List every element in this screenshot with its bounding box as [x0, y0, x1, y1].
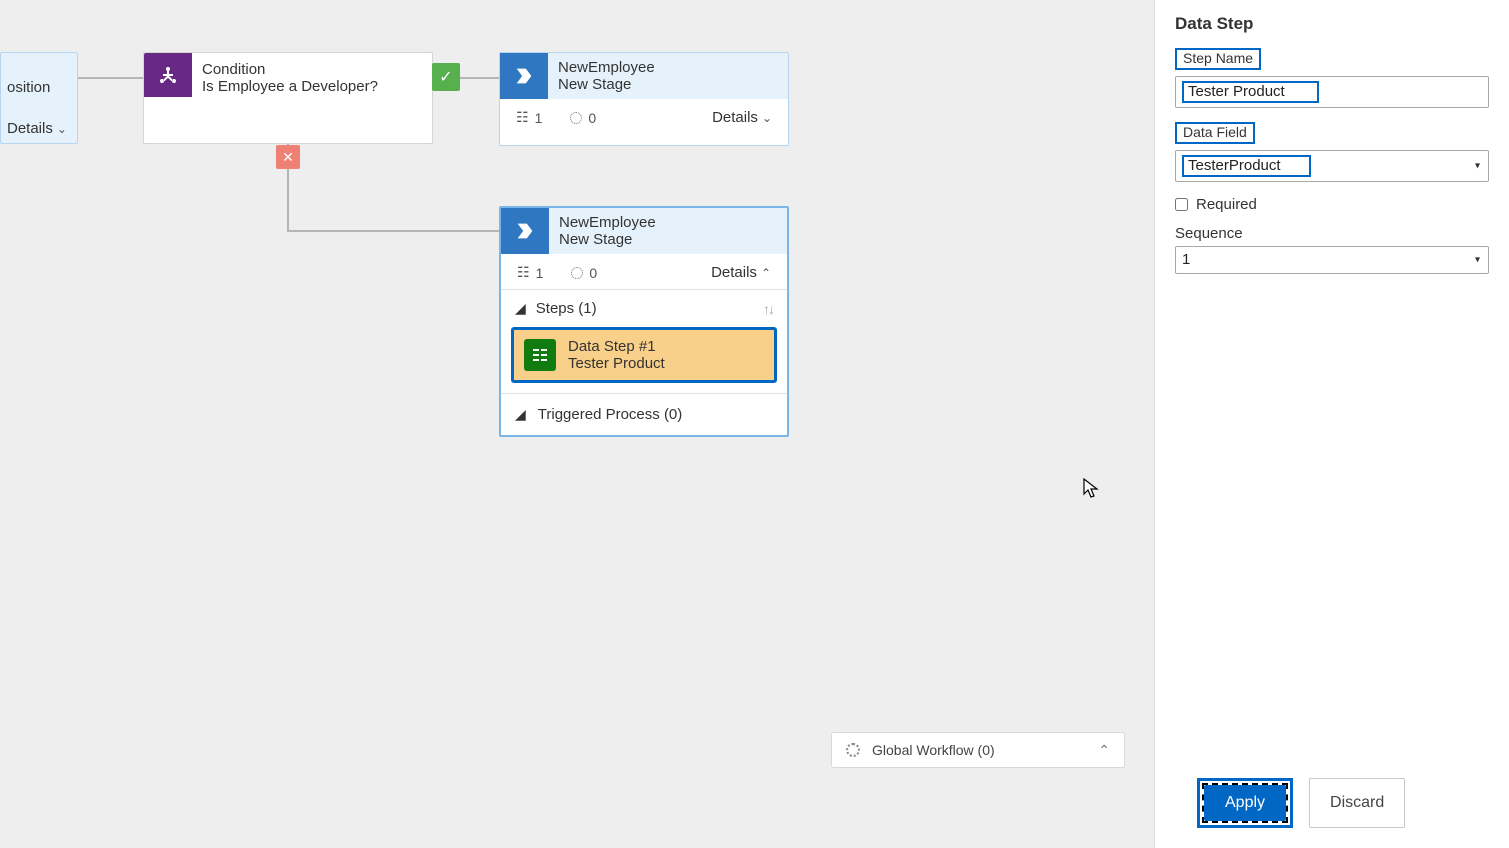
data-field-label: Data Field [1183, 124, 1247, 140]
branch-icon [144, 53, 192, 97]
global-workflow-label: Global Workflow (0) [872, 742, 995, 758]
steps-section-header[interactable]: ◢ Steps (1) ↑↓ [501, 289, 787, 327]
process-count-icon: 0 [571, 265, 597, 281]
panel-title: Data Step [1175, 14, 1489, 34]
chevron-up-icon[interactable]: ⌃ [1098, 742, 1110, 759]
step-name-value-highlight [1182, 81, 1319, 103]
steps-header-label: Steps (1) [536, 300, 597, 317]
sequence-select-wrap: 1 ▾ [1175, 246, 1489, 274]
properties-panel: Data Step Step Name Data Field TesterPro… [1154, 0, 1509, 848]
process-count: 0 [589, 265, 597, 281]
stage-entity: NewEmployee [558, 59, 778, 76]
data-step-icon [524, 339, 556, 371]
details-label: Details [7, 120, 53, 137]
stage-header: NewEmployee New Stage [548, 53, 788, 99]
step-name-label: Step Name [1183, 50, 1253, 66]
process-count-icon: 0 [570, 110, 596, 126]
stage-chevron-icon [500, 53, 548, 99]
chevron-down-icon: ⌄ [762, 111, 772, 125]
details-toggle[interactable]: Details ⌄ [7, 120, 71, 137]
stage-header: NewEmployee New Stage [549, 208, 787, 254]
connector [460, 77, 499, 79]
details-toggle[interactable]: Details ⌃ [711, 264, 771, 281]
collapse-triangle-icon: ◢ [515, 300, 526, 317]
connector [287, 230, 499, 232]
triggered-label: Triggered Process (0) [538, 406, 683, 423]
process-count: 0 [588, 110, 596, 126]
workflow-spinner-icon [846, 743, 860, 757]
condition-no-badge: ✕ [276, 145, 300, 169]
cursor-icon [1083, 478, 1099, 503]
steps-count-icon: ☷1 [517, 264, 543, 281]
data-field-value-highlight: TesterProduct [1182, 155, 1311, 177]
chevron-up-icon: ⌃ [761, 266, 771, 280]
data-step-subtitle: Tester Product [568, 355, 665, 372]
stage-name: New Stage [559, 231, 777, 248]
data-step-text: Data Step #1 Tester Product [568, 338, 665, 372]
steps-count: 1 [535, 110, 543, 126]
data-field-select-wrap: TesterProduct ▾ [1175, 150, 1489, 182]
steps-count: 1 [536, 265, 544, 281]
sequence-select[interactable]: 1 [1182, 251, 1482, 268]
data-step-item[interactable]: Data Step #1 Tester Product [511, 327, 777, 383]
stage-chevron-icon [501, 208, 549, 254]
condition-node[interactable]: Condition Is Employee a Developer? [143, 52, 433, 144]
stage-node-expanded[interactable]: NewEmployee New Stage ☷1 0 Details ⌃ ◢ S… [499, 206, 789, 437]
position-label: osition [7, 61, 71, 96]
reorder-arrows-icon[interactable]: ↑↓ [763, 301, 773, 317]
required-label: Required [1196, 196, 1257, 213]
chevron-down-icon: ▾ [1475, 161, 1480, 172]
details-label: Details [711, 264, 757, 281]
data-field-select[interactable]: TesterProduct [1188, 157, 1305, 174]
steps-count-icon: ☷1 [516, 109, 542, 126]
sequence-label: Sequence [1175, 225, 1489, 242]
collapse-triangle-icon: ◢ [515, 406, 526, 423]
apply-button[interactable]: Apply [1204, 785, 1286, 821]
data-step-title: Data Step #1 [568, 338, 665, 355]
condition-text: Condition Is Employee a Developer? [192, 53, 388, 143]
condition-question: Is Employee a Developer? [202, 78, 378, 95]
required-checkbox[interactable] [1175, 198, 1188, 211]
connector [78, 77, 143, 79]
stage-entity: NewEmployee [559, 214, 777, 231]
step-name-field-wrap [1175, 76, 1489, 108]
details-toggle[interactable]: Details ⌄ [712, 109, 772, 126]
data-field-label-highlight: Data Field [1175, 122, 1255, 144]
position-stage-node[interactable]: osition Details ⌄ [0, 52, 78, 144]
details-label: Details [712, 109, 758, 126]
step-name-label-highlight: Step Name [1175, 48, 1261, 70]
triggered-process-header[interactable]: ◢ Triggered Process (0) [501, 393, 787, 435]
chevron-down-icon: ⌄ [57, 122, 67, 136]
condition-yes-badge: ✓ [432, 63, 460, 91]
discard-button[interactable]: Discard [1309, 778, 1405, 828]
step-name-input[interactable] [1188, 83, 1313, 100]
condition-title: Condition [202, 61, 378, 78]
stage-node-collapsed[interactable]: NewEmployee New Stage ☷1 0 Details ⌄ [499, 52, 789, 146]
apply-button-highlight: Apply [1197, 778, 1293, 828]
stage-name: New Stage [558, 76, 778, 93]
global-workflow-bar[interactable]: Global Workflow (0) ⌃ [831, 732, 1125, 768]
